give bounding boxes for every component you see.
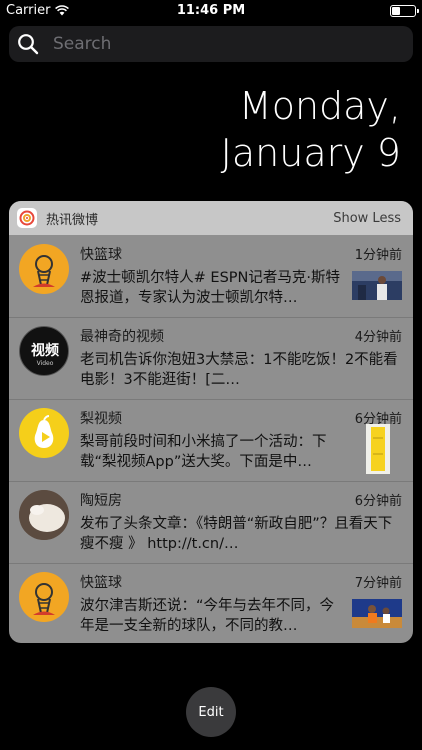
feed-item[interactable]: 陶短房 6分钟前 发布了头条文章：《特朗普“新政自肥”？且看天下瘦不瘦 》 ht… [9,482,413,564]
user-avatar [19,490,69,540]
feed-item-author: 陶短房 [80,493,122,509]
widget-header: 热讯微博 Show Less [9,201,413,235]
search-input[interactable] [53,34,383,54]
video-avatar-subtext: Video [37,360,54,367]
feed-item-text: 波尔津吉斯还说：“今年与去年不同，今年是一支全新的球队，不同的教… [80,598,335,634]
feed-item-text: 梨哥前段时间和小米搞了一个活动：下载“梨视频App”送大奖。下面是中… [80,434,327,470]
weibo-app-icon [17,208,37,228]
basketball-game-thumbnail [352,599,402,628]
pear-video-avatar [19,408,69,458]
weibo-widget: 热讯微博 Show Less 快篮球 1分钟前 #波士顿凯尔特人# ESPN记者… [9,201,413,643]
feed-item-text: #波士顿凯尔特人# ESPN记者马克·斯特恩报道，专家认为波士顿凯尔特… [80,270,340,306]
video-channel-avatar: 视频 Video [19,326,69,376]
feed-item-author: 快篮球 [80,575,122,591]
feed-item-time: 6分钟前 [354,494,402,509]
basketball-avatar [19,572,69,622]
basketball-player-thumbnail [352,271,402,300]
video-avatar-text: 视频 [31,342,59,359]
search-icon [18,34,39,55]
feed-item[interactable]: 快篮球 1分钟前 #波士顿凯尔特人# ESPN记者马克·斯特恩报道，专家认为波士… [9,236,413,318]
ticket-thumbnail [366,424,390,474]
feed-item[interactable]: 快篮球 7分钟前 波尔津吉斯还说：“今年与去年不同，今年是一支全新的球队，不同的… [9,564,413,643]
feed-item-author: 梨视频 [80,411,122,427]
status-time: 11:46 PM [176,3,246,18]
feed-item-time: 4分钟前 [354,330,402,345]
feed-item-author: 快篮球 [80,247,122,263]
feed-item-time: 1分钟前 [354,248,402,263]
show-less-button[interactable]: Show Less [333,211,401,226]
search-bar[interactable] [9,26,413,62]
widget-title: 热讯微博 [46,212,99,228]
feed-item-author: 最神奇的视频 [80,329,164,345]
battery-icon [390,5,419,17]
basketball-avatar [19,244,69,294]
feed-item[interactable]: 梨视频 6分钟前 梨哥前段时间和小米搞了一个活动：下载“梨视频App”送大奖。下… [9,400,413,482]
status-bar: Carrier 11:46 PM [0,0,422,22]
date-display: Monday, January 9 [221,83,401,177]
feed-item-text: 老司机告诉你泡妞3大禁忌：1不能吃饭！2不能看电影！3不能逛街！[二… [80,352,398,388]
feed-item-text: 发布了头条文章：《特朗普“新政自肥”？且看天下瘦不瘦 》 http://t.cn… [80,516,393,552]
edit-button[interactable]: Edit [186,687,236,737]
feed-item-time: 7分钟前 [354,576,402,591]
feed-item[interactable]: 视频 Video 最神奇的视频 4分钟前 老司机告诉你泡妞3大禁忌：1不能吃饭！… [9,318,413,400]
date-weekday: Monday, [238,84,401,128]
date-day: January 9 [220,131,401,175]
